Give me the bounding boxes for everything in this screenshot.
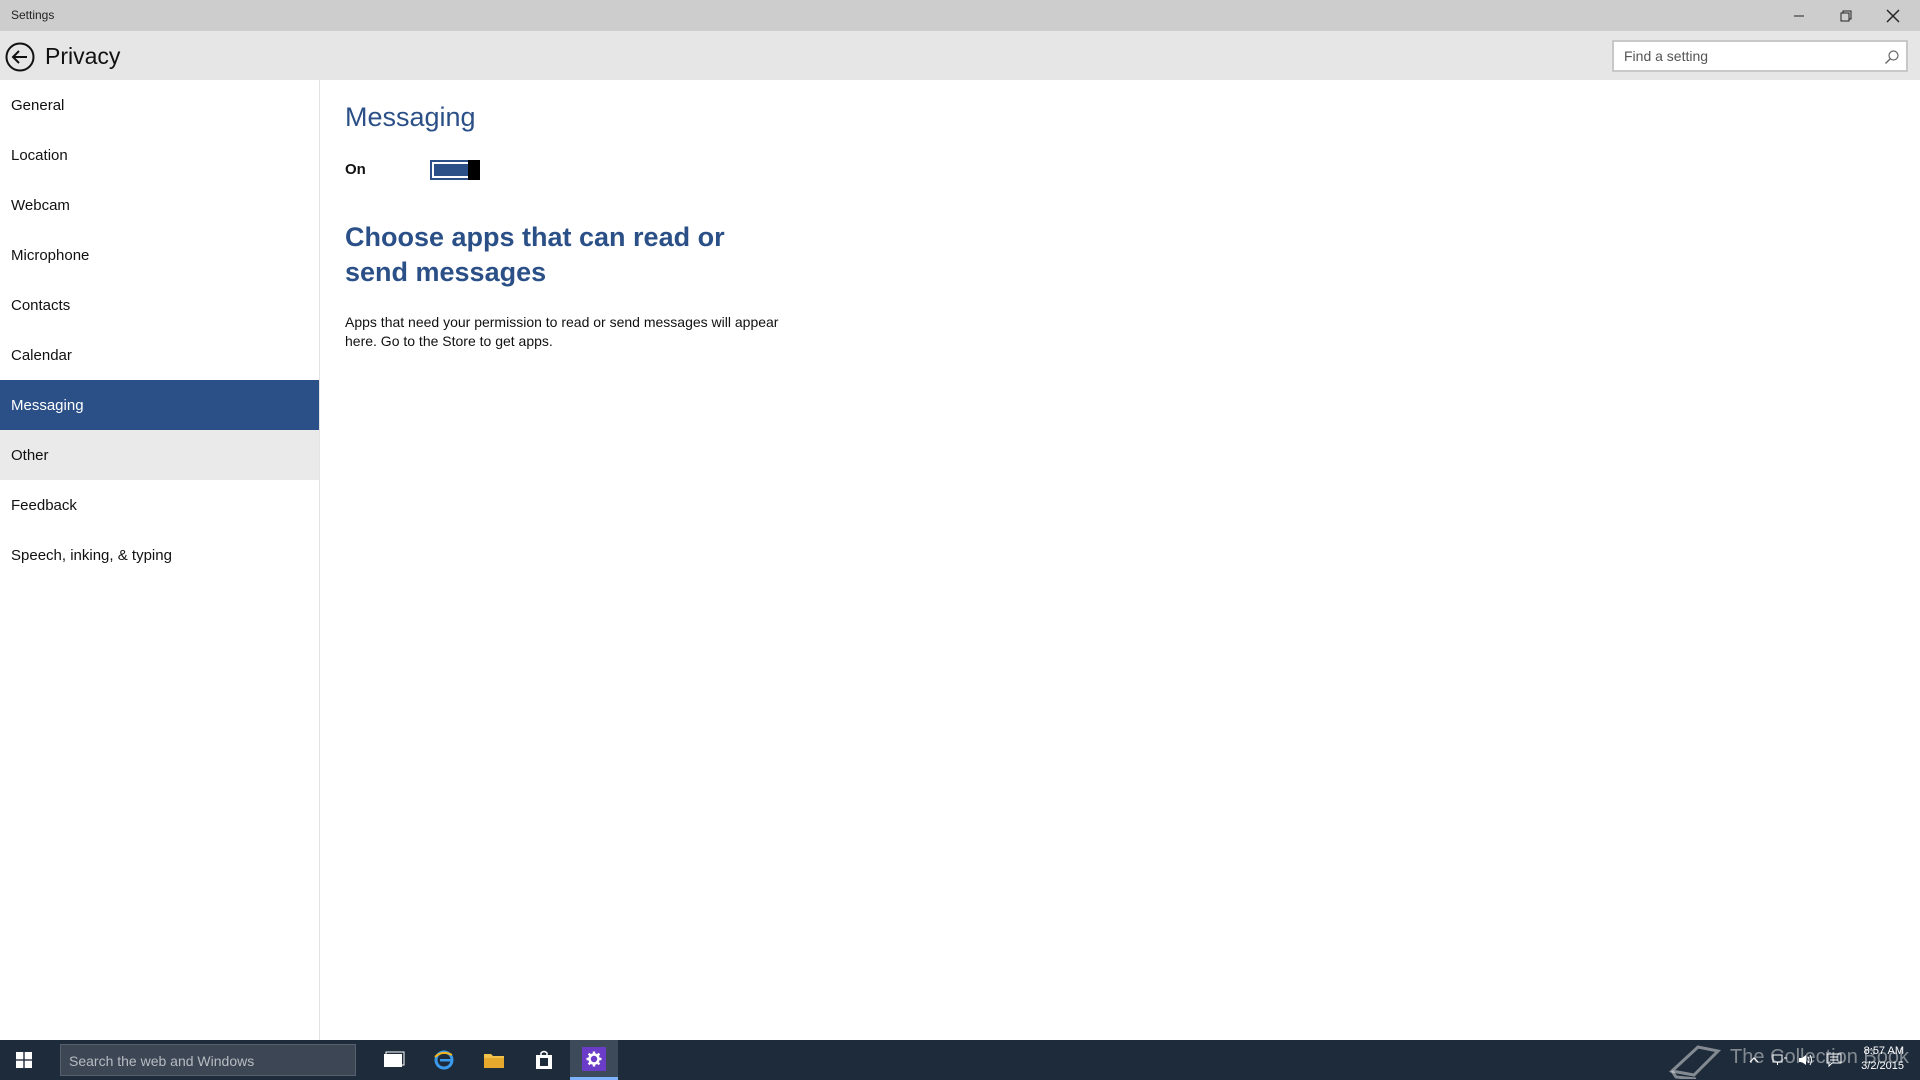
apps-heading: Choose apps that can read or send messag…: [345, 222, 725, 287]
sidebar-item-label: Microphone: [11, 246, 90, 264]
settings-taskbar-button[interactable]: [570, 1040, 618, 1080]
clock[interactable]: 8:57 AM 3/2/2015: [1861, 1044, 1904, 1074]
notification-icon: [1826, 1053, 1842, 1067]
sidebar-item-microphone[interactable]: Microphone: [0, 230, 319, 280]
sidebar-item-label: Webcam: [11, 196, 70, 214]
sidebar-item-label: General: [11, 96, 65, 114]
sidebar-item-label: Contacts: [11, 296, 71, 314]
task-view-button[interactable]: [370, 1040, 418, 1080]
network-icon: [1772, 1054, 1787, 1065]
sidebar-item-contacts[interactable]: Contacts: [0, 280, 319, 330]
clock-time: 8:57 AM: [1863, 1045, 1904, 1057]
chevron-up-icon: [1749, 1057, 1759, 1063]
settings-app-tile: [582, 1046, 606, 1071]
search-icon[interactable]: [1884, 49, 1900, 65]
page-header: Privacy Find a setting: [0, 31, 1920, 80]
toggle-state-label: On: [345, 161, 366, 178]
sidebar-item-label: Other: [11, 446, 49, 464]
privacy-sidebar: General Location Webcam Microphone Conta…: [0, 80, 320, 1040]
sidebar-item-webcam[interactable]: Webcam: [0, 180, 319, 230]
sidebar-item-label: Location: [11, 146, 68, 164]
edge-icon: [434, 1050, 454, 1070]
messaging-toggle-switch[interactable]: [430, 160, 480, 180]
page-title: Privacy: [45, 43, 121, 69]
edge-browser-button[interactable]: [420, 1040, 468, 1080]
book-watermark-icon: [1668, 1045, 1722, 1079]
section-title: Messaging: [345, 102, 476, 132]
sidebar-item-feedback[interactable]: Feedback: [0, 480, 319, 530]
back-button[interactable]: [5, 42, 35, 72]
network-button[interactable]: [1768, 1040, 1792, 1080]
sidebar-item-label: Feedback: [11, 496, 77, 514]
volume-button[interactable]: [1794, 1040, 1818, 1080]
settings-icon: [586, 1051, 602, 1066]
search-placeholder: Find a setting: [1624, 48, 1709, 64]
sidebar-item-calendar[interactable]: Calendar: [0, 330, 319, 380]
taskbar: Search the web and Windows The Collectio…: [0, 1040, 1920, 1080]
restore-icon: [1840, 10, 1851, 21]
action-center-button[interactable]: [1822, 1040, 1846, 1080]
apps-description: Apps that need your permission to read o…: [345, 314, 779, 349]
find-setting-search-box[interactable]: Find a setting: [1612, 40, 1908, 72]
sidebar-item-messaging[interactable]: Messaging: [0, 380, 319, 430]
sidebar-item-speech-inking-typing[interactable]: Speech, inking, & typing: [0, 530, 319, 580]
start-button[interactable]: [0, 1040, 48, 1080]
taskbar-search-placeholder: Search the web and Windows: [69, 1053, 255, 1069]
sidebar-item-location[interactable]: Location: [0, 130, 319, 180]
back-arrow-icon: [5, 42, 35, 72]
clock-date: 3/2/2015: [1861, 1060, 1904, 1072]
sidebar-item-general[interactable]: General: [0, 80, 319, 130]
minimize-icon: [1793, 15, 1804, 16]
window-title: Settings: [11, 8, 55, 22]
sidebar-item-label: Messaging: [11, 396, 84, 414]
sidebar-item-other[interactable]: Other: [0, 430, 319, 480]
task-view-icon: [384, 1051, 405, 1067]
store-icon: [536, 1050, 552, 1069]
taskbar-search-box[interactable]: Search the web and Windows: [60, 1044, 356, 1076]
minimize-button[interactable]: [1775, 0, 1822, 31]
toggle-knob[interactable]: [468, 160, 480, 180]
windows-logo-icon: [16, 1052, 32, 1068]
sidebar-item-label: Calendar: [11, 346, 72, 364]
file-explorer-button[interactable]: [470, 1040, 518, 1080]
volume-icon: [1799, 1054, 1812, 1066]
restore-button[interactable]: [1822, 0, 1869, 31]
close-button[interactable]: [1869, 0, 1916, 31]
toggle-fill: [434, 164, 468, 176]
sidebar-item-label: Speech, inking, & typing: [11, 546, 172, 564]
store-button[interactable]: [520, 1040, 568, 1080]
window-titlebar: Settings: [0, 0, 1920, 31]
tray-overflow-button[interactable]: [1746, 1040, 1762, 1080]
file-explorer-icon: [484, 1054, 504, 1068]
close-icon: [1886, 9, 1899, 22]
